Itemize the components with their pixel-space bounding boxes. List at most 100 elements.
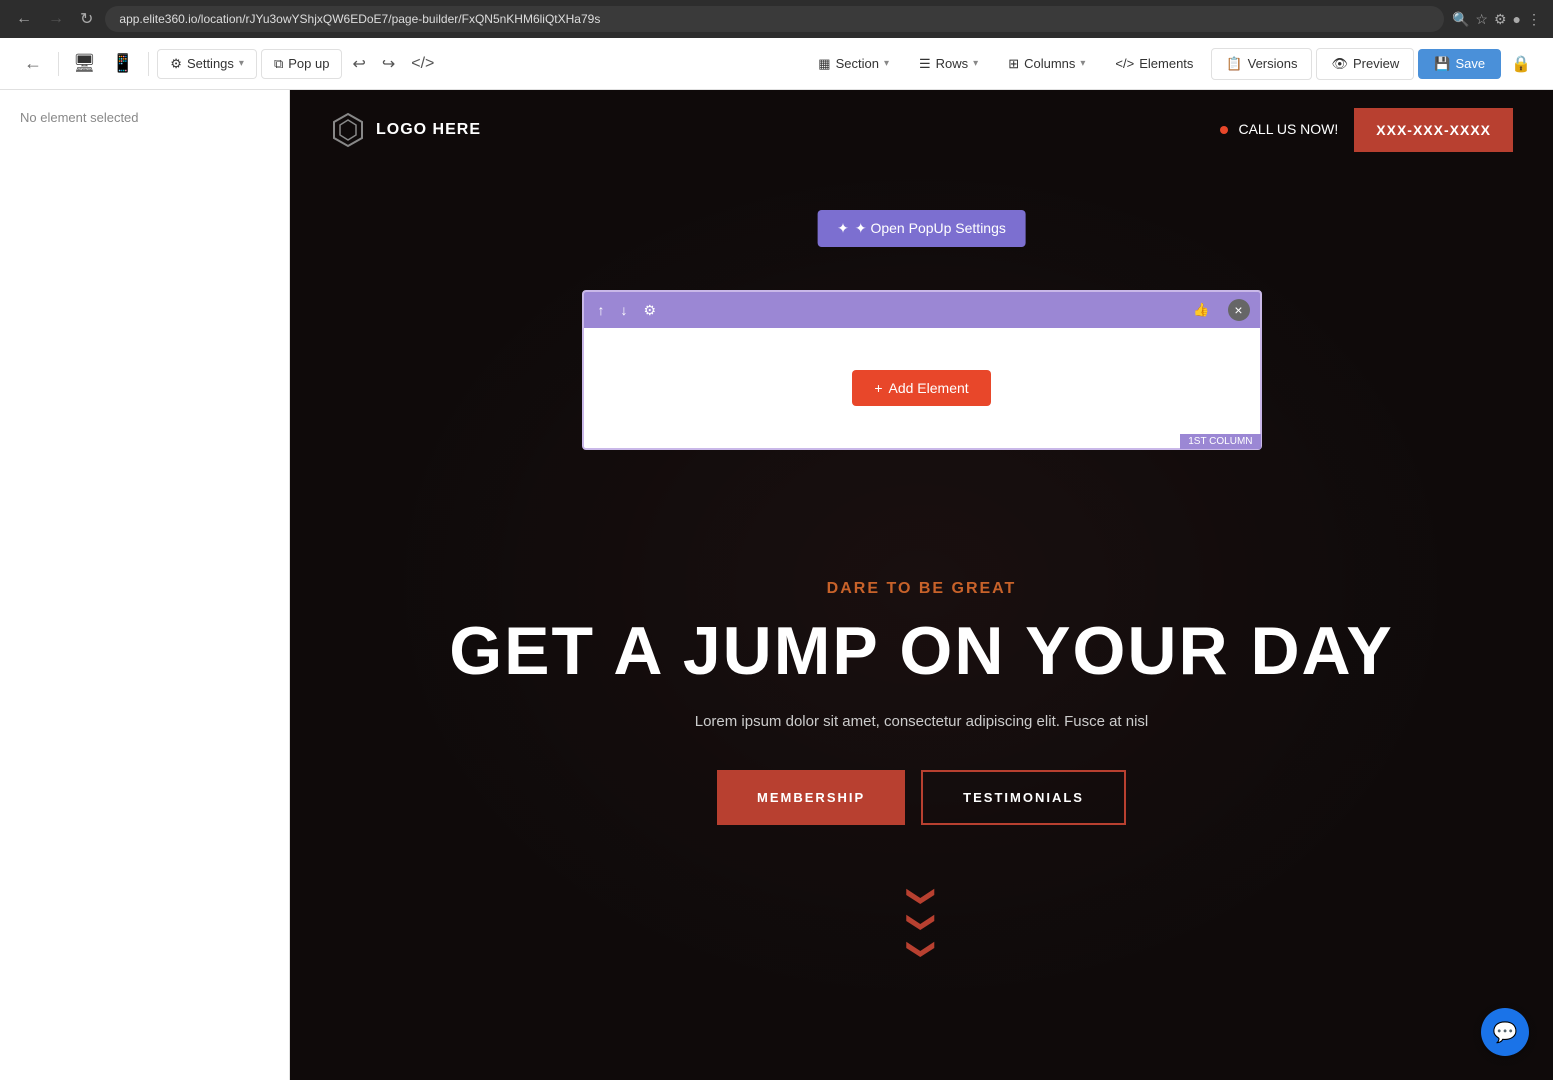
call-text: CALL US NOW!	[1238, 121, 1338, 137]
redo-button[interactable]: ↪	[376, 48, 401, 80]
code-button[interactable]: </>	[405, 49, 440, 79]
header-right: CALL US NOW! XXX-XXX-XXXX	[1220, 108, 1513, 152]
logo-area: LOGO HERE	[330, 112, 481, 148]
columns-icon: ⊞	[1008, 56, 1019, 72]
elements-button[interactable]: </> Elements	[1101, 50, 1207, 77]
page-content: LOGO HERE CALL US NOW! XXX-XXX-XXXX	[290, 90, 1553, 1060]
section-caret: ▾	[884, 58, 889, 69]
back-to-pages-button[interactable]: ←	[16, 49, 50, 78]
down-arrow-icon: ↓	[621, 302, 628, 318]
column-settings-button[interactable]: ⚙	[640, 300, 661, 321]
elements-label: Elements	[1139, 56, 1193, 71]
rows-button[interactable]: ☰ Rows ▾	[905, 50, 992, 78]
chevron-down-icon-1: ❯	[910, 884, 932, 907]
toolbar-middle: ▦ Section ▾ ☰ Rows ▾ ⊞ Columns ▾ </> Ele…	[804, 50, 1207, 78]
gear-icon: ⚙	[644, 302, 657, 318]
main-layout: No element selected LOGO HERE	[0, 90, 1553, 1080]
profile-button[interactable]: ●	[1513, 11, 1521, 27]
versions-icon: 📋	[1226, 56, 1242, 72]
chevron-down-icon-3: ❯	[910, 937, 932, 960]
settings-icon: ⚙	[170, 56, 182, 72]
logo-text: LOGO HERE	[376, 121, 481, 139]
versions-label: Versions	[1248, 56, 1298, 71]
save-icon: 💾	[1434, 56, 1450, 72]
column-editor-toolbar: ↑ ↓ ⚙ 👍	[584, 292, 1260, 328]
canvas-area[interactable]: LOGO HERE CALL US NOW! XXX-XXX-XXXX	[290, 90, 1553, 1080]
save-label: Save	[1455, 56, 1485, 71]
testimonials-button[interactable]: TESTIMONIALS	[921, 770, 1126, 825]
phone-cta-button[interactable]: XXX-XXX-XXXX	[1354, 108, 1513, 152]
preview-label: Preview	[1353, 56, 1399, 71]
hero-buttons: MEMBERSHIP TESTIMONIALS	[330, 770, 1513, 825]
membership-button[interactable]: MEMBERSHIP	[717, 770, 905, 825]
columns-caret: ▾	[1080, 58, 1085, 69]
add-element-label: Add Element	[889, 380, 969, 396]
versions-button[interactable]: 📋 Versions	[1211, 48, 1312, 80]
column-editor-body: + Add Element	[584, 328, 1260, 448]
column-move-up-button[interactable]: ↑	[594, 300, 609, 320]
menu-button[interactable]: ⋮	[1527, 11, 1541, 28]
section-label: Section	[836, 56, 879, 71]
address-bar[interactable]	[105, 6, 1444, 32]
bookmark-button[interactable]: ☆	[1475, 11, 1488, 28]
plus-icon: +	[874, 380, 882, 396]
phone-number: XXX-XXX-XXXX	[1376, 122, 1491, 138]
settings-button[interactable]: ⚙ Settings ▾	[157, 49, 257, 79]
column-editor: ↑ ↓ ⚙ 👍	[582, 290, 1262, 450]
logo-hex-icon	[330, 112, 366, 148]
hero-subtitle: DARE TO BE GREAT	[330, 580, 1513, 598]
toolbar-separator-2	[148, 52, 149, 76]
desktop-view-button[interactable]: 🖥	[67, 49, 102, 78]
section-button[interactable]: ▦ Section ▾	[804, 50, 903, 78]
settings-label: Settings	[187, 56, 234, 71]
chevron-down-icon-2: ❯	[910, 911, 932, 934]
mobile-view-button[interactable]: 📱	[106, 49, 140, 78]
phone-dot-icon	[1220, 126, 1228, 134]
rows-label: Rows	[936, 56, 969, 71]
up-arrow-icon: ↑	[598, 302, 605, 318]
hero-section: DARE TO BE GREAT GET A JUMP ON YOUR DAY …	[290, 500, 1553, 1060]
popup-icon: ⧉	[274, 56, 283, 72]
toolbar-left: ← 🖥 📱 ⚙ Settings ▾ ⧉ Pop up ↩ ↪ </>	[16, 48, 440, 80]
column-label-badge: 1ST COLUMN	[1180, 434, 1260, 449]
columns-button[interactable]: ⊞ Columns ▾	[994, 50, 1099, 78]
membership-label: MEMBERSHIP	[757, 790, 865, 805]
browser-chrome: ← → ↻ 🔍 ☆ ⚙ ● ⋮	[0, 0, 1553, 38]
back-button[interactable]: ←	[12, 8, 36, 30]
settings-caret: ▾	[239, 58, 244, 69]
site-header: LOGO HERE CALL US NOW! XXX-XXX-XXXX	[290, 90, 1553, 170]
builder-toolbar: ← 🖥 📱 ⚙ Settings ▾ ⧉ Pop up ↩ ↪ </> ▦ Se…	[0, 38, 1553, 90]
popup-button[interactable]: ⧉ Pop up	[261, 49, 343, 79]
preview-icon: 👁	[1331, 56, 1348, 72]
hero-title: GET A JUMP ON YOUR DAY	[330, 614, 1513, 689]
thumb-icon: 👍	[1193, 302, 1209, 317]
refresh-button[interactable]: ↻	[76, 7, 97, 31]
left-panel: No element selected	[0, 90, 290, 1080]
preview-button[interactable]: 👁 Preview	[1316, 48, 1414, 80]
section-icon: ▦	[818, 56, 830, 72]
column-move-down-button[interactable]: ↓	[617, 300, 632, 320]
column-close-button[interactable]: ×	[1228, 299, 1250, 321]
column-editor-container: ↑ ↓ ⚙ 👍	[290, 200, 1553, 500]
toolbar-separator-1	[58, 52, 59, 76]
elements-icon: </>	[1115, 56, 1134, 71]
call-us-label: CALL US NOW!	[1220, 121, 1338, 139]
popup-label: Pop up	[288, 56, 329, 71]
forward-button[interactable]: →	[44, 8, 68, 30]
columns-label: Columns	[1024, 56, 1075, 71]
scroll-chevrons: ❯ ❯ ❯	[330, 885, 1513, 960]
toolbar-right: 📋 Versions 👁 Preview 💾 Save 🔒	[1211, 48, 1537, 80]
zoom-button[interactable]: 🔍	[1452, 11, 1469, 28]
extensions-button[interactable]: ⚙	[1494, 11, 1507, 28]
hero-description: Lorem ipsum dolor sit amet, consectetur …	[330, 713, 1513, 730]
rows-caret: ▾	[973, 58, 978, 69]
lock-button[interactable]: 🔒	[1505, 48, 1537, 80]
close-icon: ×	[1234, 302, 1242, 318]
save-button[interactable]: 💾 Save	[1418, 49, 1501, 79]
rows-icon: ☰	[919, 56, 931, 72]
no-element-selected-text: No element selected	[20, 110, 139, 125]
add-element-button[interactable]: + Add Element	[852, 370, 990, 406]
column-thumb-button[interactable]: 👍	[1183, 298, 1219, 322]
testimonials-label: TESTIMONIALS	[963, 790, 1084, 805]
undo-button[interactable]: ↩	[346, 48, 371, 80]
